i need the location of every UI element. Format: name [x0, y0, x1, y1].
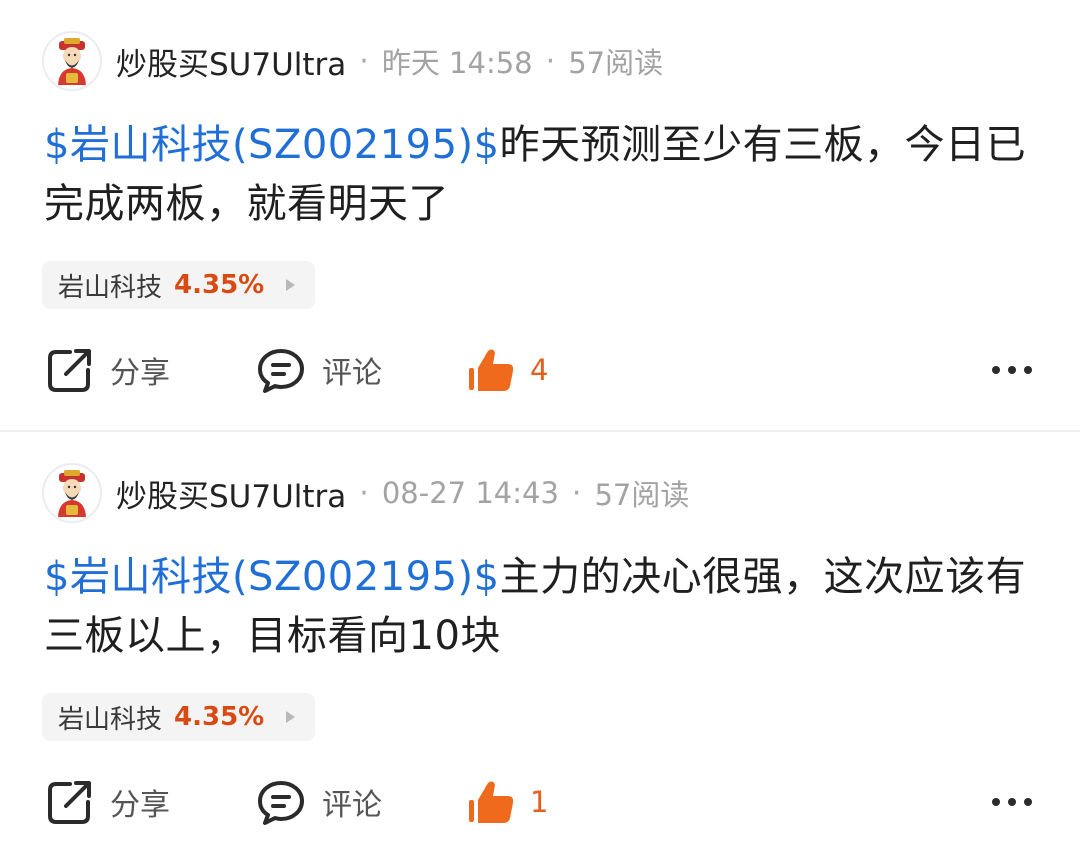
more-options-button[interactable] [990, 787, 1034, 817]
meta-separator: · [571, 475, 582, 511]
more-dots-icon [992, 366, 1032, 374]
share-icon [48, 349, 91, 392]
post-header: 炒股买SU7Ultra · 昨天 14:58 · 57阅读 [42, 29, 663, 93]
thumbs-up-icon [469, 781, 514, 823]
stock-quote-chip[interactable]: 岩山科技 4.35% [42, 261, 316, 309]
post-content[interactable]: $岩山科技(SZ002195)$主力的决心很强，这次应该有三板以上，目标看向10… [44, 548, 1034, 666]
stock-chip-change: 4.35% [174, 702, 265, 732]
post-time: 昨天 14:58 [381, 46, 533, 80]
stock-chip-name: 岩山科技 [58, 272, 163, 303]
comment-bubble-icon [258, 781, 304, 825]
post-time: 08-27 14:43 [381, 476, 559, 510]
share-label: 分享 [110, 788, 170, 823]
post-header: 炒股买SU7Ultra · 08-27 14:43 · 57阅读 [42, 461, 689, 525]
like-button[interactable]: 1 [466, 772, 548, 832]
stock-quote-chip[interactable]: 岩山科技 4.35% [42, 693, 316, 741]
play-arrow-icon [286, 711, 296, 723]
avatar[interactable] [42, 463, 102, 523]
share-label: 分享 [110, 356, 170, 391]
post-card[interactable]: 炒股买SU7Ultra · 08-27 14:43 · 57阅读 $岩山科技(S… [0, 432, 1080, 866]
author-name[interactable]: 炒股买SU7Ultra [116, 471, 346, 516]
share-button[interactable]: 分享 [46, 340, 170, 400]
avatar[interactable] [42, 31, 102, 91]
like-count: 4 [530, 353, 549, 387]
more-dots-icon [992, 798, 1032, 806]
comment-label: 评论 [322, 788, 382, 823]
like-button[interactable]: 4 [466, 340, 548, 400]
thumbs-up-icon [469, 349, 514, 391]
post-card[interactable]: 炒股买SU7Ultra · 昨天 14:58 · 57阅读 $岩山科技(SZ00… [0, 0, 1080, 431]
more-options-button[interactable] [990, 355, 1034, 385]
stock-tag-link[interactable]: $岩山科技(SZ002195)$ [44, 122, 500, 168]
comment-bubble-icon [258, 349, 304, 393]
like-count: 1 [530, 785, 549, 819]
post-content[interactable]: $岩山科技(SZ002195)$昨天预测至少有三板，今日已完成两板，就看明天了 [44, 116, 1034, 234]
share-icon [48, 781, 91, 824]
read-count: 57阅读 [568, 46, 664, 80]
comment-label: 评论 [322, 356, 382, 391]
meta-separator: · [359, 475, 369, 511]
stock-chip-change: 4.35% [174, 270, 265, 300]
meta-separator: · [359, 43, 369, 79]
comment-button[interactable]: 评论 [256, 340, 382, 400]
share-button[interactable]: 分享 [46, 772, 170, 832]
stock-tag-link[interactable]: $岩山科技(SZ002195)$ [44, 554, 500, 600]
god-of-wealth-avatar-icon [44, 33, 100, 89]
stock-chip-name: 岩山科技 [58, 704, 163, 735]
god-of-wealth-avatar-icon [44, 465, 100, 521]
read-count: 57阅读 [594, 478, 690, 512]
comment-button[interactable]: 评论 [256, 772, 382, 832]
author-name[interactable]: 炒股买SU7Ultra [116, 39, 346, 84]
meta-separator: · [545, 43, 556, 79]
play-arrow-icon [286, 279, 296, 291]
